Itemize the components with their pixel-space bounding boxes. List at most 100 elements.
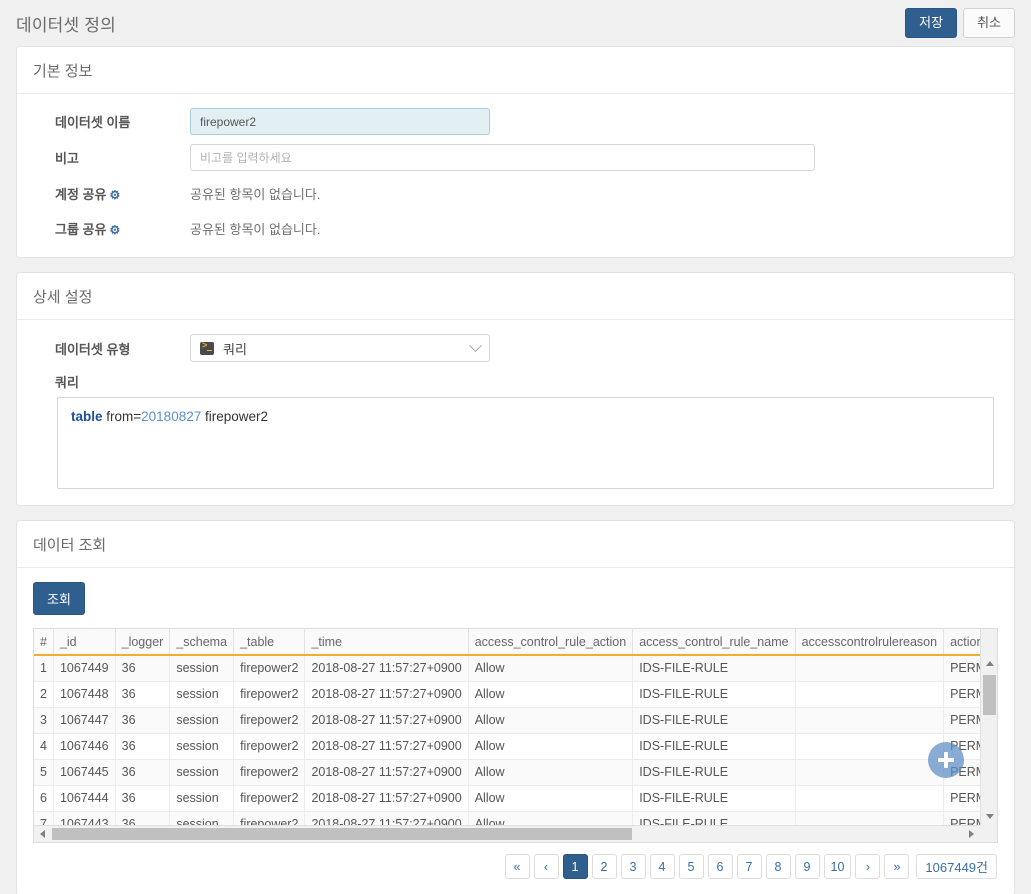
cell-_logger: 36	[115, 811, 171, 825]
scroll-right-button[interactable]	[963, 826, 980, 842]
cell-access_control_rule_action: Allow	[468, 733, 634, 760]
dataset-type-select[interactable]: 쿼리	[190, 334, 490, 362]
column-header-access_control_rule_name[interactable]: access_control_rule_name	[632, 629, 796, 656]
data-view-body: 조회 # _id _logger _schema _table _time access_c…	[17, 568, 1014, 894]
vertical-scroll-thumb[interactable]	[983, 675, 996, 715]
table-row[interactable]: 6 1067444 36 session firepower2 2018-08-27 11…	[34, 785, 980, 812]
pagination: « ‹ 1 2 3 4 5 6 7 8 9 10 › » 1067449건	[33, 854, 998, 879]
cell-: 3	[34, 707, 54, 734]
cell-accesscontrolrulereason	[795, 759, 945, 786]
column-header-_id[interactable]: _id	[53, 629, 116, 656]
pagination-page-1[interactable]: 1	[562, 854, 588, 879]
pagination-last[interactable]: »	[884, 854, 910, 879]
table-row[interactable]: 7 1067443 36 session firepower2 2018-08-27 11…	[34, 811, 980, 825]
cancel-button[interactable]: 취소	[963, 7, 1015, 39]
column-header-_logger[interactable]: _logger	[115, 629, 171, 656]
cell-: 7	[34, 811, 54, 825]
column-header-accesscontrolrulereason[interactable]: accesscontrolrulereason	[795, 629, 945, 656]
cell-access_control_rule_name: IDS-FILE-RULE	[632, 759, 796, 786]
total-count-badge: 1067449건	[916, 854, 997, 879]
column-header-access_control_rule_action[interactable]: access_control_rule_action	[468, 629, 634, 656]
data-grid-wrapper: # _id _logger _schema _table _time access_cont…	[33, 628, 998, 843]
pagination-prev[interactable]: ‹	[533, 854, 559, 879]
query-token-keyword: table	[71, 409, 103, 424]
dataset-type-value: 쿼리	[223, 341, 247, 357]
cell-_logger: 36	[115, 733, 171, 760]
pagination-page-4[interactable]: 4	[649, 854, 675, 879]
cell-access_control_rule_action: Allow	[468, 681, 634, 708]
table-row[interactable]: 5 1067445 36 session firepower2 2018-08-27 11…	[34, 759, 980, 786]
column-header-action[interactable]: action	[943, 629, 980, 656]
cell-action: PERMIT	[943, 707, 980, 734]
table-row[interactable]: 2 1067448 36 session firepower2 2018-08-27 11…	[34, 681, 980, 708]
cell-_logger: 36	[115, 681, 171, 708]
cell-access_control_rule_name: IDS-FILE-RULE	[632, 811, 796, 825]
scroll-up-button[interactable]	[981, 655, 997, 672]
account-share-label-text: 계정 공유	[55, 186, 107, 202]
gear-icon[interactable]: ⚙	[109, 223, 120, 237]
save-button[interactable]: 저장	[905, 7, 958, 39]
column-header-_time[interactable]: _time	[304, 629, 469, 656]
horizontal-scroll-thumb[interactable]	[52, 828, 632, 840]
table-row[interactable]: 1 1067449 36 session firepower2 2018-08-27 11…	[34, 655, 980, 682]
cell-_schema: session	[169, 655, 235, 682]
pagination-page-10[interactable]: 10	[823, 854, 852, 879]
horizontal-scrollbar[interactable]	[34, 825, 997, 842]
cell-access_control_rule_name: IDS-FILE-RULE	[632, 707, 796, 734]
group-share-value: 공유된 항목이 없습니다.	[190, 221, 321, 237]
detail-settings-card: 상세 설정 데이터셋 유형 쿼리 쿼리 table from=20180827 …	[16, 272, 1015, 506]
vertical-scrollbar[interactable]	[980, 629, 997, 825]
pagination-page-8[interactable]: 8	[765, 854, 791, 879]
cell-_schema: session	[169, 759, 235, 786]
gear-icon[interactable]: ⚙	[109, 188, 120, 202]
dataset-type-row: 데이터셋 유형 쿼리	[33, 334, 998, 362]
group-share-label: 그룹 공유 ⚙	[33, 219, 190, 238]
scroll-down-button[interactable]	[981, 808, 997, 825]
cell-_logger: 36	[115, 707, 171, 734]
dataset-name-input[interactable]	[190, 108, 490, 135]
basic-info-body: 데이터셋 이름 비고 계정 공유⚙ 공유된 항목이 없습니다. 그룹 공유⚙ 공…	[17, 94, 1014, 257]
cell-_time: 2018-08-27 11:57:27+0900	[304, 759, 469, 786]
table-row[interactable]: 4 1067446 36 session firepower2 2018-08-27 11…	[34, 733, 980, 760]
cell-action: PERMIT	[943, 655, 980, 682]
triangle-left-icon	[40, 830, 45, 838]
pagination-page-7[interactable]: 7	[736, 854, 762, 879]
table-row[interactable]: 3 1067447 36 session firepower2 2018-08-27 11…	[34, 707, 980, 734]
query-editor[interactable]: table from=20180827 firepower2	[57, 397, 994, 489]
cell-_schema: session	[169, 811, 235, 825]
chevron-down-icon	[469, 338, 482, 352]
column-header-[interactable]: #	[34, 629, 54, 656]
pagination-page-5[interactable]: 5	[678, 854, 704, 879]
note-input[interactable]	[190, 144, 815, 171]
cell-access_control_rule_name: IDS-FILE-RULE	[632, 733, 796, 760]
run-query-button[interactable]: 조회	[33, 582, 85, 615]
scroll-left-button[interactable]	[34, 826, 51, 842]
pagination-first[interactable]: «	[504, 854, 530, 879]
pagination-page-3[interactable]: 3	[620, 854, 646, 879]
data-grid-viewport: # _id _logger _schema _table _time access_cont…	[34, 629, 980, 825]
column-header-_table[interactable]: _table	[233, 629, 306, 656]
pagination-page-6[interactable]: 6	[707, 854, 733, 879]
pagination-page-2[interactable]: 2	[591, 854, 617, 879]
add-record-button[interactable]	[928, 742, 964, 778]
pagination-next[interactable]: ›	[855, 854, 881, 879]
cell-_id: 1067449	[53, 655, 116, 682]
detail-settings-body: 데이터셋 유형 쿼리 쿼리 table from=20180827 firepo…	[17, 320, 1014, 505]
cell-action: PERMIT	[943, 785, 980, 812]
cell-_table: firepower2	[233, 733, 306, 760]
cell-_table: firepower2	[233, 707, 306, 734]
cell-accesscontrolrulereason	[795, 681, 945, 708]
query-token-number: 20180827	[141, 409, 202, 424]
column-header-_schema[interactable]: _schema	[169, 629, 235, 656]
cell-_table: firepower2	[233, 681, 306, 708]
cell-access_control_rule_action: Allow	[468, 655, 634, 682]
dataset-type-label: 데이터셋 유형	[55, 341, 131, 357]
scrollbar-corner	[980, 825, 997, 842]
cell-_id: 1067448	[53, 681, 116, 708]
pagination-page-9[interactable]: 9	[794, 854, 820, 879]
dataset-name-label: 데이터셋 이름	[55, 115, 131, 130]
query-token-identifier: firepower2	[201, 409, 269, 424]
cell-_time: 2018-08-27 11:57:27+0900	[304, 681, 469, 708]
cell-_schema: session	[169, 733, 235, 760]
cell-accesscontrolrulereason	[795, 707, 945, 734]
